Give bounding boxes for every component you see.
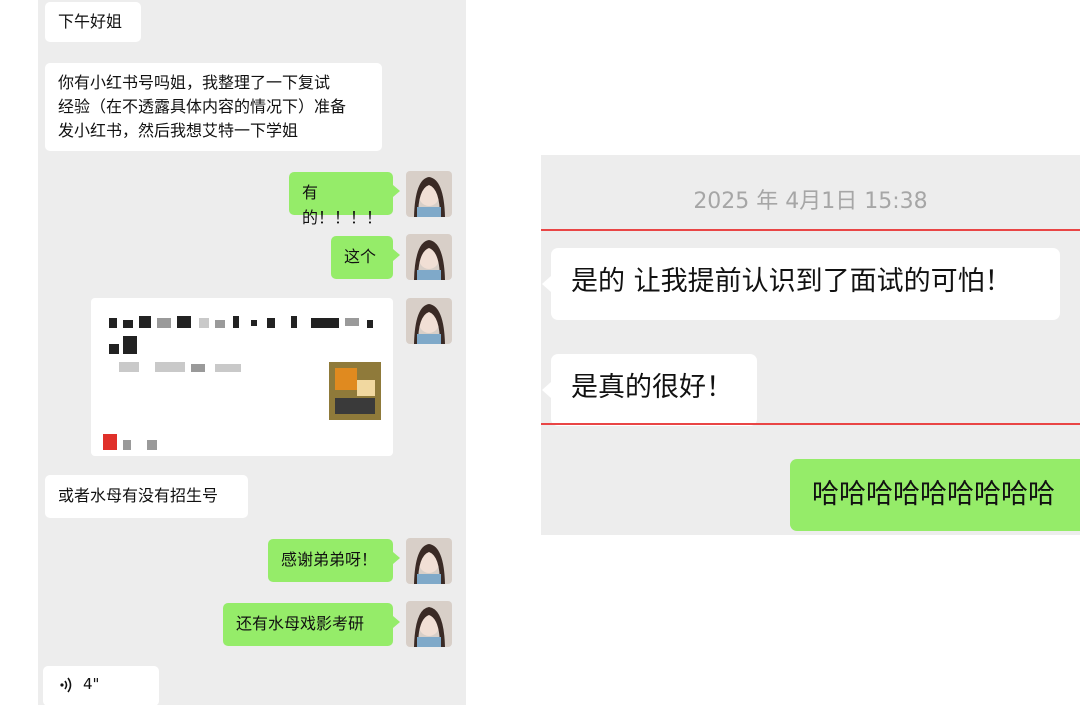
message-text: 感谢弟弟呀！ (281, 550, 378, 569)
pixel-block (267, 318, 275, 328)
message-bubble-incoming[interactable]: 下午好姐 (45, 2, 141, 42)
pixel-block (109, 318, 117, 328)
message-line: 发小红书，然后我想艾特一下学姐 (58, 121, 299, 140)
highlight-line-top (541, 229, 1080, 231)
message-text: 这个 (344, 247, 377, 266)
pixel-block (335, 398, 375, 414)
message-text: 下午好姐 (58, 12, 123, 31)
user-avatar[interactable] (406, 601, 452, 647)
pixel-block (109, 344, 119, 354)
pixel-block (357, 380, 375, 396)
voice-duration: 4" (83, 675, 100, 693)
message-bubble-outgoing[interactable]: 还有水母戏影考研 (223, 603, 400, 646)
pixel-block (311, 318, 339, 328)
pixel-block (103, 434, 117, 450)
pixel-block (191, 364, 205, 372)
pixel-block (215, 320, 225, 328)
right-chat-screenshot: 2025 年 4月1日 15:38 是的 让我提前认识到了面试的可怕！ 是真的很… (541, 155, 1080, 535)
message-text: 有的！！！！ (302, 183, 383, 227)
message-text: 还有水母戏影考研 (236, 614, 365, 633)
message-text: 哈哈哈哈哈哈哈哈哈 (812, 479, 1055, 510)
message-bubble-outgoing[interactable]: 哈哈哈哈哈哈哈哈哈 (790, 459, 1080, 531)
shared-card-blurred[interactable] (91, 298, 393, 456)
message-bubble-incoming[interactable]: 是的 让我提前认识到了面试的可怕！ (542, 248, 1060, 320)
pixel-block (157, 318, 171, 328)
message-text: 是的 让我提前认识到了面试的可怕！ (571, 266, 1012, 297)
message-bubble-incoming[interactable]: 是真的很好！ (542, 354, 757, 426)
pixel-block (345, 318, 359, 326)
user-avatar[interactable] (406, 298, 452, 344)
voice-wave-icon (59, 676, 75, 698)
user-avatar[interactable] (406, 538, 452, 584)
pixel-block (123, 320, 133, 328)
pixel-block (367, 320, 373, 328)
user-avatar[interactable] (406, 234, 452, 280)
message-bubble-incoming[interactable]: 或者水母有没有招生号 (45, 475, 248, 518)
pixel-block (123, 440, 131, 450)
pixel-block (177, 316, 191, 328)
pixel-block (155, 362, 185, 372)
pixel-block (139, 316, 151, 328)
message-line: 你有小红书号吗姐，我整理了一下复试 (58, 73, 331, 92)
user-avatar[interactable] (406, 171, 452, 217)
pixel-block (215, 364, 241, 372)
message-bubble-outgoing[interactable]: 感谢弟弟呀！ (268, 539, 400, 582)
message-bubble-outgoing[interactable]: 有的！！！！ (289, 172, 400, 227)
message-text: 是真的很好！ (571, 372, 733, 403)
message-line: 经验（在不透露具体内容的情况下）准备 (58, 97, 347, 116)
message-timestamp: 2025 年 4月1日 15:38 (693, 189, 928, 214)
pixel-block (147, 440, 157, 450)
pixel-block (291, 316, 297, 328)
voice-message[interactable]: 4" (43, 666, 159, 706)
highlight-line-bottom (541, 423, 1080, 425)
pixel-block (251, 320, 257, 326)
pixel-block (123, 336, 137, 354)
pixel-block (119, 362, 139, 372)
message-bubble-outgoing[interactable]: 这个 (331, 236, 400, 279)
message-bubble-incoming[interactable]: 你有小红书号吗姐，我整理了一下复试 经验（在不透露具体内容的情况下）准备 发小红… (45, 63, 382, 151)
message-text: 或者水母有没有招生号 (58, 486, 219, 505)
pixel-block (233, 316, 239, 328)
pixel-block (199, 318, 209, 328)
pixel-block (335, 368, 357, 390)
